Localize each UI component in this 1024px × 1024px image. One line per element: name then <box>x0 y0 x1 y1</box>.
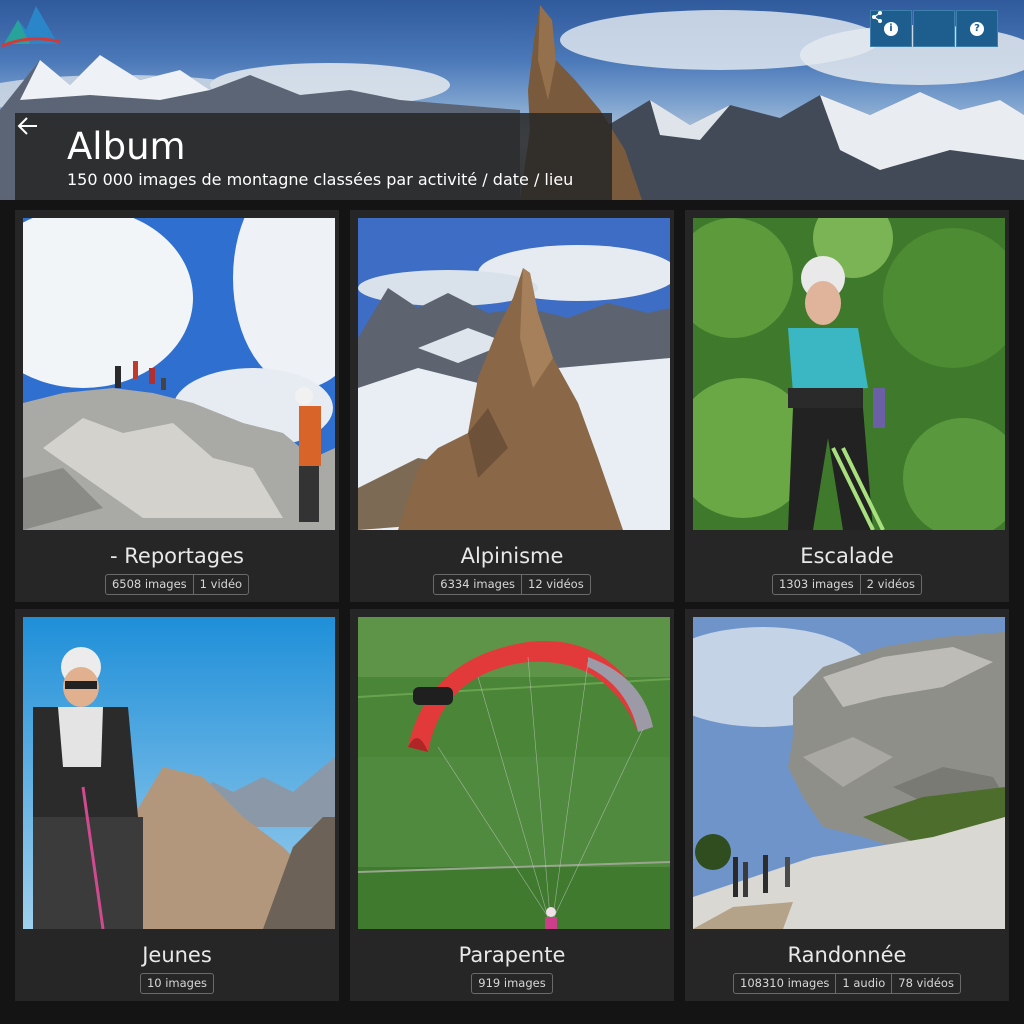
album-thumbnail[interactable] <box>358 617 670 929</box>
album-thumbnail[interactable] <box>23 617 335 929</box>
share-button[interactable] <box>872 10 955 47</box>
info-icon: i <box>884 21 898 36</box>
album-card-jeunes[interactable]: Jeunes 10 images <box>15 609 339 1001</box>
image-count-badge: 6508 images <box>111 577 187 591</box>
video-count-badge: 12 vidéos <box>521 575 590 594</box>
site-logo[interactable] <box>0 0 62 48</box>
album-title: Escalade <box>800 544 894 568</box>
image-count-badge: 1303 images <box>778 577 854 591</box>
album-card-alpinisme[interactable]: Alpinisme 6334 images 12 vidéos <box>350 210 674 602</box>
image-count-badge: 919 images <box>478 976 546 990</box>
album-title: Alpinisme <box>460 544 564 568</box>
image-count-badge: 6334 images <box>440 577 516 591</box>
video-count-badge: 1 vidéo <box>192 575 248 594</box>
album-stats: 919 images <box>350 973 674 994</box>
album-title: - Reportages <box>110 544 244 568</box>
album-stats: 108310 images 1 audio 78 vidéos <box>685 973 1009 994</box>
album-stats: 10 images <box>15 973 339 994</box>
help-button[interactable]: ? <box>956 10 998 47</box>
header-banner: i ? Album 150 000 images de montagne cla… <box>0 0 1024 200</box>
page-title: Album <box>67 125 186 168</box>
album-thumbnail[interactable] <box>693 218 1005 530</box>
page-subtitle: 150 000 images de montagne classées par … <box>67 170 574 189</box>
album-grid: - Reportages 6508 images 1 vidéo Alpinis… <box>15 210 1009 1001</box>
help-icon: ? <box>970 21 984 36</box>
album-card-escalade[interactable]: Escalade 1303 images 2 vidéos <box>685 210 1009 602</box>
image-count-badge: 108310 images <box>740 976 830 990</box>
album-stats: 1303 images 2 vidéos <box>685 574 1009 595</box>
album-card-randonnee[interactable]: Randonnée 108310 images 1 audio 78 vidéo… <box>685 609 1009 1001</box>
back-arrow-icon[interactable] <box>15 113 41 139</box>
share-icon <box>872 11 882 23</box>
album-card-parapente[interactable]: Parapente 919 images <box>350 609 674 1001</box>
album-thumbnail[interactable] <box>23 218 335 530</box>
album-thumbnail[interactable] <box>358 218 670 530</box>
album-title: Jeunes <box>142 943 212 967</box>
image-count-badge: 10 images <box>146 976 208 990</box>
header-toolbar: i ? <box>870 10 998 47</box>
album-card-reportages[interactable]: - Reportages 6508 images 1 vidéo <box>15 210 339 602</box>
video-count-badge: 2 vidéos <box>859 575 921 594</box>
album-title: Parapente <box>458 943 566 967</box>
audio-count-badge: 1 audio <box>835 974 891 993</box>
header-title-box: Album 150 000 images de montagne classée… <box>15 113 612 200</box>
album-stats: 6334 images 12 vidéos <box>350 574 674 595</box>
album-title: Randonnée <box>787 943 907 967</box>
album-thumbnail[interactable] <box>693 617 1005 929</box>
album-stats: 6508 images 1 vidéo <box>15 574 339 595</box>
video-count-badge: 78 vidéos <box>891 974 960 993</box>
